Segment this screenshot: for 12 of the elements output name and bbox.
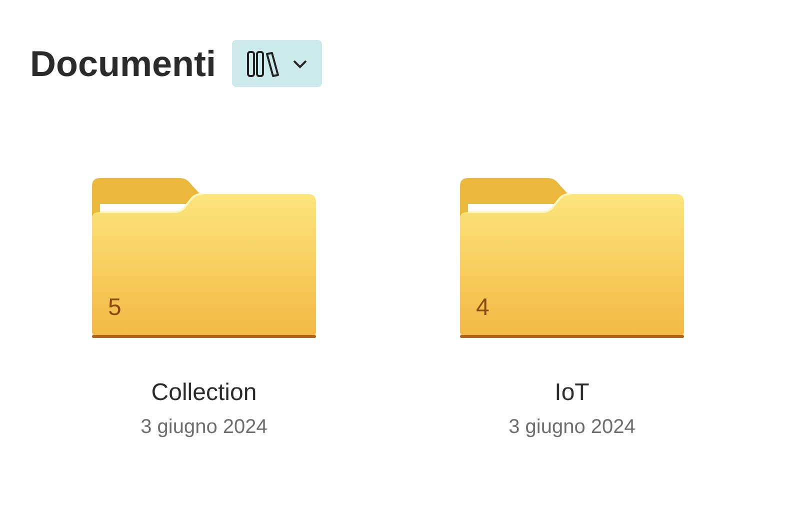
folder-date: 3 giugno 2024 <box>508 417 636 437</box>
folder-icon <box>460 178 684 338</box>
view-menu-button[interactable] <box>232 40 322 87</box>
books-icon <box>246 50 280 78</box>
item-count: 5 <box>108 296 122 320</box>
folder-icon <box>92 178 316 338</box>
chevron-icon <box>292 58 308 68</box>
page-title: Documenti <box>30 46 216 82</box>
folder-date: 3 giugno 2024 <box>140 417 268 437</box>
folder-name: Collection <box>151 381 257 405</box>
item-count: 4 <box>476 296 490 320</box>
folder-name: IoT <box>554 381 590 405</box>
